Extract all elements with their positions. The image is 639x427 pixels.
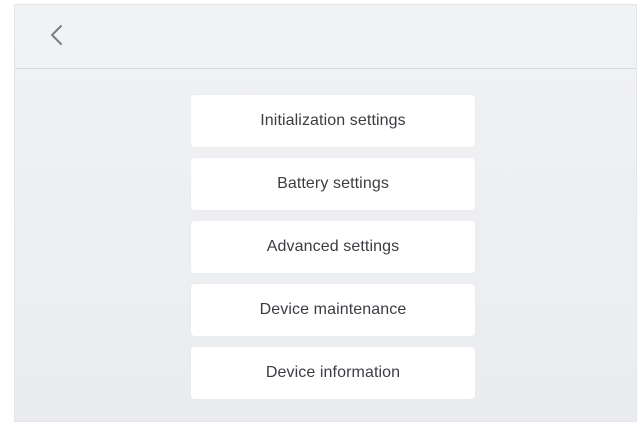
battery-settings-button[interactable]: Battery settings — [191, 158, 475, 210]
initialization-settings-button[interactable]: Initialization settings — [191, 95, 475, 147]
chevron-left-icon — [51, 25, 62, 45]
header-bar — [15, 5, 636, 69]
menu-item-label: Device maintenance — [259, 301, 407, 318]
settings-menu: Initialization settings Battery settings… — [191, 95, 475, 399]
advanced-settings-button[interactable]: Advanced settings — [191, 221, 475, 273]
menu-item-label: Advanced settings — [266, 238, 400, 255]
device-information-button[interactable]: Device information — [191, 347, 475, 399]
settings-screen: Initialization settings Battery settings… — [14, 4, 637, 422]
menu-item-label: Initialization settings — [260, 112, 406, 129]
menu-item-label: Device information — [265, 364, 401, 381]
device-maintenance-button[interactable]: Device maintenance — [191, 284, 475, 336]
menu-item-label: Battery settings — [277, 175, 389, 192]
back-button[interactable] — [39, 17, 75, 53]
